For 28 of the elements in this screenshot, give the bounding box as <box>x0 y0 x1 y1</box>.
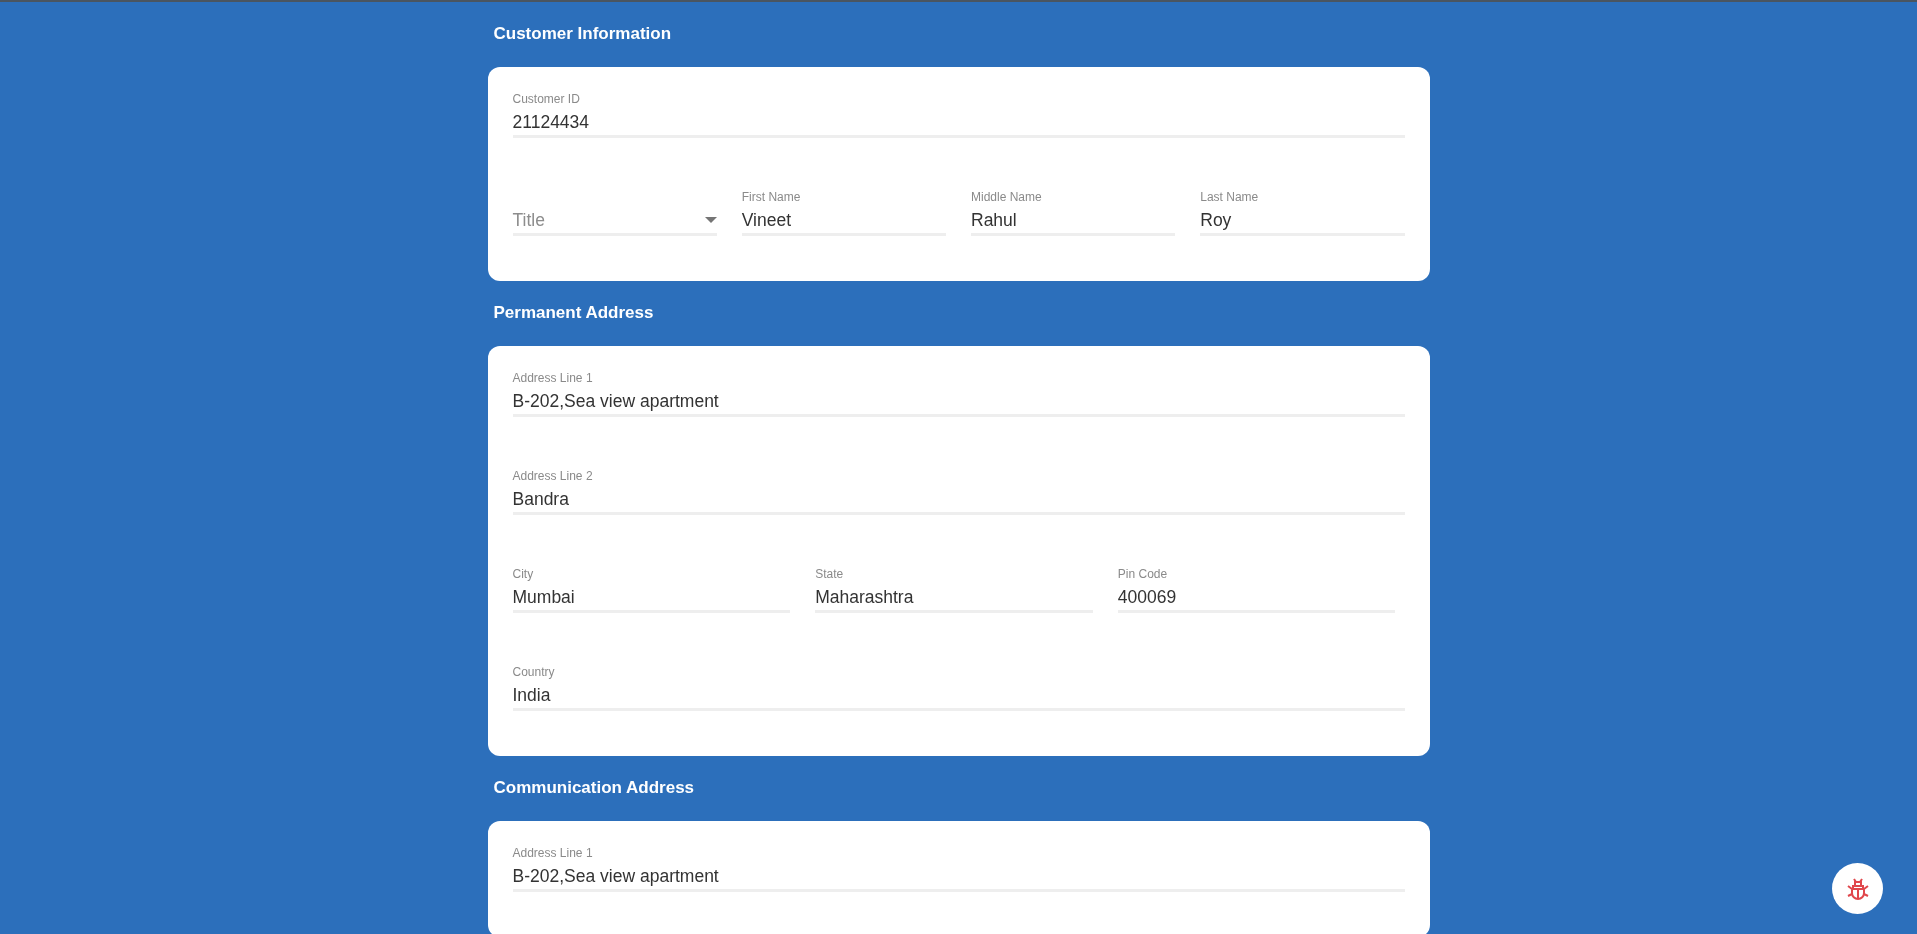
field-label: State <box>815 567 845 581</box>
field-label: City <box>512 567 535 581</box>
field-label: Last Name <box>1200 190 1260 204</box>
input-field[interactable]: Mumbai <box>512 585 791 613</box>
section-title: Permanent Address <box>493 302 655 324</box>
input-field[interactable]: B-202,Sea view apartment <box>512 389 1405 417</box>
field-label: Address Line 1 <box>512 371 594 385</box>
input-field[interactable]: Maharashtra <box>815 585 1093 613</box>
input-field[interactable]: Bandra <box>512 487 1405 515</box>
section-title: Communication Address <box>493 777 696 799</box>
caret-icon <box>704 217 717 223</box>
field-label: First Name <box>741 190 802 204</box>
input-field[interactable]: 400069 <box>1117 585 1396 613</box>
field-label: Address Line 1 <box>512 846 594 860</box>
input-field[interactable]: B-202,Sea view apartment <box>512 864 1405 892</box>
input-field[interactable]: Vineet <box>741 208 946 236</box>
field-label: Customer ID <box>512 92 581 106</box>
bug-icon <box>1845 876 1870 901</box>
field-label: Address Line 2 <box>512 469 594 483</box>
input-field[interactable]: Rahul <box>971 208 1176 236</box>
field-label: Middle Name <box>971 190 1043 204</box>
field-label: Country <box>512 665 556 679</box>
input-field[interactable]: 21124434 <box>512 110 1405 138</box>
input-field[interactable]: India <box>512 683 1405 711</box>
input-field[interactable]: Roy <box>1200 208 1405 236</box>
section-title: Customer Information <box>493 23 673 45</box>
bug-report-button[interactable] <box>1832 863 1883 914</box>
field-label: Pin Code <box>1117 567 1169 581</box>
